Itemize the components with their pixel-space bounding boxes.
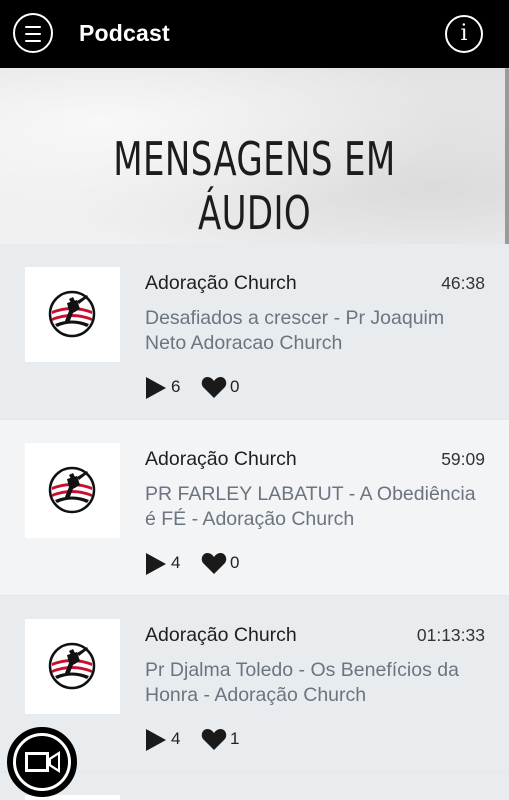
hero-banner: MENSAGENS EM ÁUDIO: [0, 68, 509, 244]
list-item[interactable]: Adoração Church 59:09 PR FARLEY LABATUT …: [0, 420, 509, 596]
adoracao-church-logo-icon: [48, 290, 96, 338]
play-icon[interactable]: [145, 552, 167, 576]
like-count: 1: [230, 729, 240, 748]
author-name: Adoração Church: [145, 272, 297, 294]
thumbnail: [25, 443, 120, 538]
duration: 59:09: [441, 449, 485, 469]
author-name: Adoração Church: [145, 624, 297, 646]
play-count: 6: [171, 377, 181, 396]
duration: 46:38: [441, 273, 485, 293]
message-title[interactable]: PR FARLEY LABATUT - A Obediência é FÉ - …: [145, 482, 490, 532]
podcast-list: Adoração Church 46:38 Desafiados a cresc…: [0, 244, 509, 772]
like-count: 0: [230, 377, 240, 396]
author-name: Adoração Church: [145, 448, 297, 470]
hero-title: MENSAGENS EM ÁUDIO: [113, 132, 396, 240]
play-count: 4: [171, 553, 181, 572]
adoracao-church-logo-icon: [48, 466, 96, 514]
thumbnail: [25, 267, 120, 362]
adoracao-church-logo-icon: [48, 642, 96, 690]
play-icon[interactable]: [145, 376, 167, 400]
info-icon[interactable]: i: [445, 15, 483, 53]
duration: 01:13:33: [416, 625, 485, 645]
play-icon[interactable]: [145, 728, 167, 752]
hamburger-menu-icon[interactable]: [13, 13, 53, 53]
thumbnail: [25, 619, 120, 714]
message-title[interactable]: Pr Djalma Toledo - Os Benefícios da Honr…: [145, 658, 490, 708]
video-button[interactable]: [7, 727, 77, 797]
message-title[interactable]: Desafiados a crescer - Pr Joaquim Neto A…: [145, 306, 490, 356]
list-item[interactable]: Adoração Church 01:13:33 Pr Djalma Toled…: [0, 596, 509, 772]
play-count: 4: [171, 729, 181, 748]
video-button-ring: [13, 733, 71, 791]
heart-icon[interactable]: [201, 376, 227, 399]
page-title: Podcast: [79, 20, 170, 46]
list-item-partial[interactable]: [0, 772, 509, 800]
heart-icon[interactable]: [201, 728, 227, 751]
heart-icon[interactable]: [201, 552, 227, 575]
app-header: Podcast i: [0, 0, 509, 68]
like-count: 0: [230, 553, 240, 572]
list-item[interactable]: Adoração Church 46:38 Desafiados a cresc…: [0, 244, 509, 420]
video-camera-icon: [25, 751, 60, 773]
